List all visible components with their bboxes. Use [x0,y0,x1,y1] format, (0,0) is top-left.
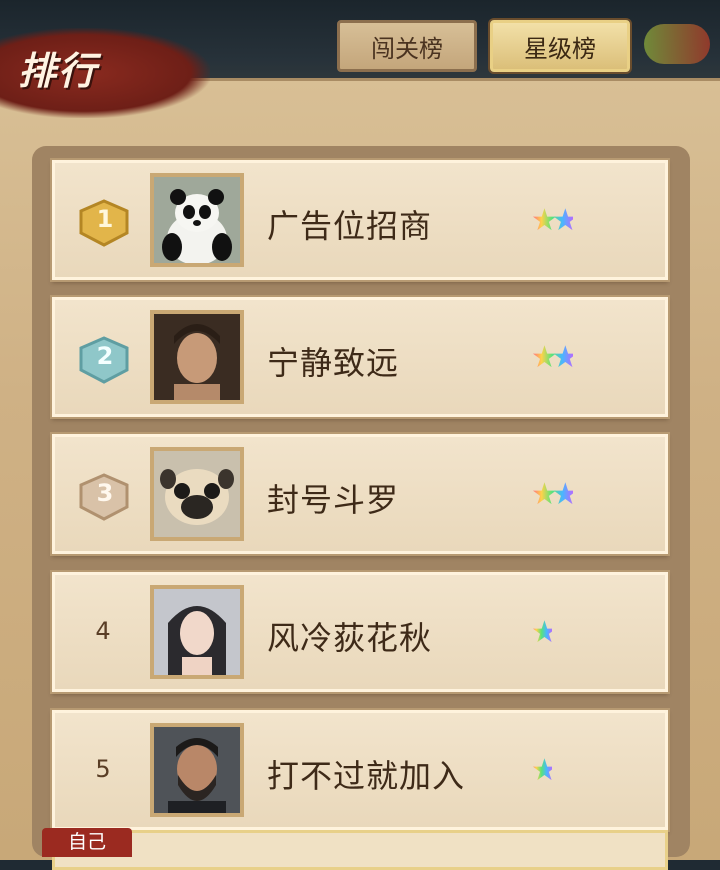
star-rating: ★★ [531,340,579,375]
player-name: 风冷荻花秋 [267,619,433,657]
rank-number: 2 [96,342,114,370]
player-name: 宁静致远 [267,344,400,382]
man-portrait-avatar [150,310,244,404]
ranking-row[interactable]: 4 风冷荻花秋 ★ [50,570,670,694]
player-name: 封号斗罗 [267,481,400,519]
star-rating: ★ [531,753,558,788]
player-name: 打不过就加入 [267,757,466,795]
settings-orb-icon[interactable] [644,24,710,64]
rank-number: 1 [96,205,114,233]
ranking-row[interactable]: 1 广告位招商 ★★ [50,158,670,282]
star-rating: ★★ [531,477,579,512]
rank-number: 3 [96,479,114,507]
tab-level-rank[interactable]: 闯关榜 [337,20,477,72]
page-title: 排行 [18,49,99,93]
bearded-man-avatar [150,723,244,817]
tab-star-rank[interactable]: 星级榜 [490,20,630,72]
self-label: 自己 [42,828,132,857]
ranking-row[interactable]: 2 宁静致远 ★★ [50,295,670,419]
star-rating: ★ [531,615,558,650]
pug-avatar [150,447,244,541]
player-name: 广告位招商 [267,207,433,245]
star-rating: ★★ [531,203,579,238]
panda-avatar [150,173,244,267]
self-ranking-row[interactable] [52,830,668,870]
rank-number: 5 [95,755,111,783]
woman-portrait-avatar [150,585,244,679]
ranking-row[interactable]: 3 封号斗罗 ★★ [50,432,670,556]
ranking-row[interactable]: 5 打不过就加入 ★ [50,708,670,832]
rank-number: 4 [95,617,111,645]
